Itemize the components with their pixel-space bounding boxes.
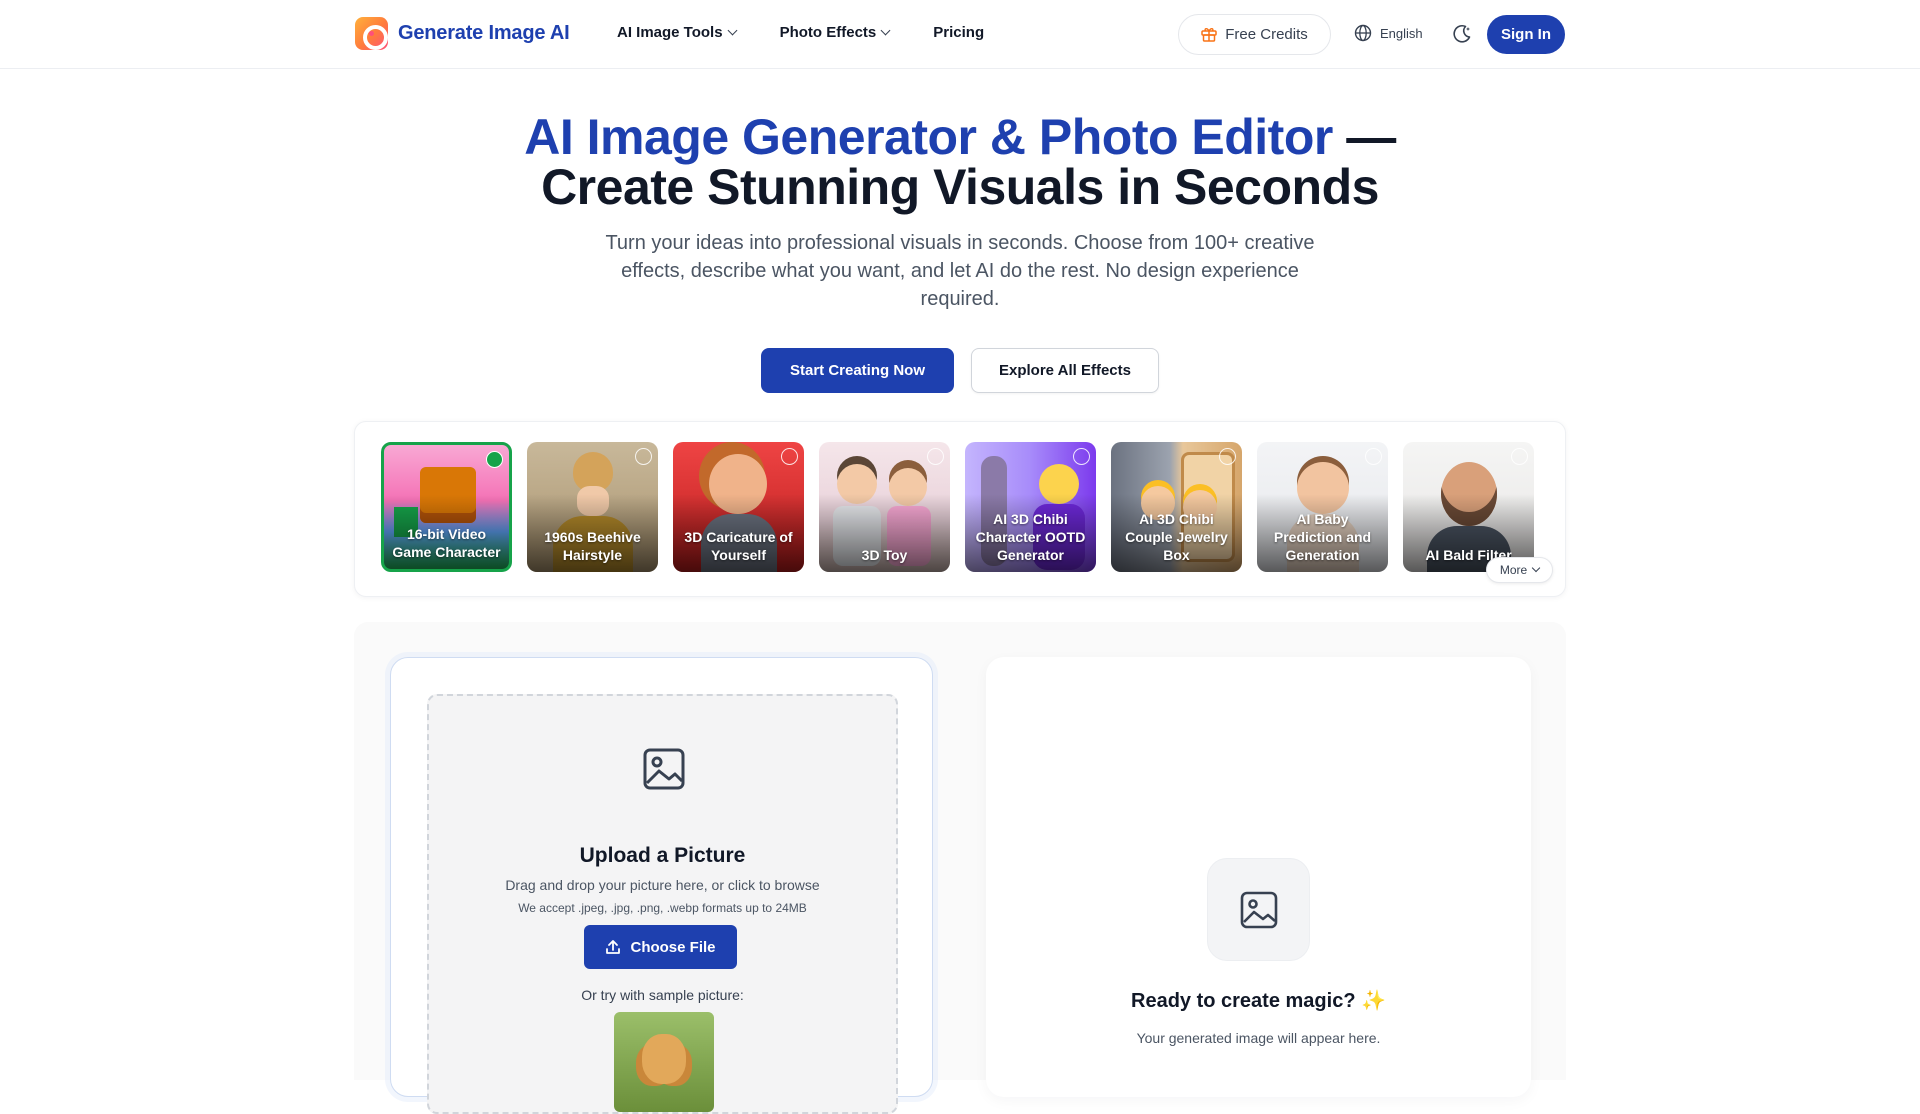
hero-title-line2: Create Stunning Visuals in Seconds xyxy=(541,159,1379,215)
choose-file-button[interactable]: Choose File xyxy=(584,925,737,969)
sample-picture-label: Or try with sample picture: xyxy=(581,987,744,1003)
effect-card-caricature[interactable]: 3D Caricature of Yourself xyxy=(673,442,804,572)
gift-icon xyxy=(1201,28,1217,42)
sign-in-button[interactable]: Sign In xyxy=(1487,15,1565,54)
unselected-radio xyxy=(927,448,944,465)
effect-label: AI 3D Chibi Character OOTD Generator xyxy=(975,511,1086,563)
upload-panel: Upload a Picture Drag and drop your pict… xyxy=(390,657,933,1114)
upload-title: Upload a Picture xyxy=(579,844,746,867)
nav-ai-image-tools[interactable]: AI Image Tools xyxy=(617,24,738,41)
start-creating-button[interactable]: Start Creating Now xyxy=(761,348,954,393)
effect-card-bald-filter[interactable]: AI Bald Filter xyxy=(1403,442,1534,572)
hero-title: AI Image Generator & Photo Editor — Crea… xyxy=(0,112,1920,212)
more-effects-button[interactable]: More xyxy=(1486,557,1553,583)
effect-label: AI Baby Prediction and Generation xyxy=(1273,511,1372,563)
image-upload-icon xyxy=(643,748,685,790)
effects-carousel: 16-bit Video Game Character 1960s Beehiv… xyxy=(354,421,1566,597)
nav-label: Photo Effects xyxy=(779,24,877,41)
effect-card-3d-toy[interactable]: 3D Toy xyxy=(819,442,950,572)
upload-formats-text: We accept .jpeg, .jpg, .png, .webp forma… xyxy=(518,901,807,915)
choose-file-label: Choose File xyxy=(630,938,716,956)
result-title: Ready to create magic? ✨ xyxy=(1131,990,1386,1012)
hero-title-dash: — xyxy=(1332,109,1396,165)
upload-dropzone[interactable]: Upload a Picture Drag and drop your pict… xyxy=(427,694,898,1114)
unselected-radio xyxy=(635,448,652,465)
effect-label: 16-bit Video Game Character xyxy=(392,526,501,560)
hero-subtitle: Turn your ideas into professional visual… xyxy=(605,232,1315,310)
effect-card-baby-prediction[interactable]: AI Baby Prediction and Generation xyxy=(1257,442,1388,572)
language-switcher[interactable]: English xyxy=(1354,24,1423,42)
effect-label: 3D Toy xyxy=(861,547,908,563)
effect-card-chibi-ootd[interactable]: AI 3D Chibi Character OOTD Generator xyxy=(965,442,1096,572)
nav-photo-effects[interactable]: Photo Effects xyxy=(779,24,891,41)
nav-pricing[interactable]: Pricing xyxy=(933,24,984,41)
top-header: Generate Image AI AI Image Tools Photo E… xyxy=(0,0,1920,69)
language-label: English xyxy=(1380,25,1423,41)
unselected-radio xyxy=(781,448,798,465)
nav-label: AI Image Tools xyxy=(617,24,723,41)
selected-radio xyxy=(486,451,503,468)
sample-picture-thumbnail[interactable] xyxy=(614,1012,714,1112)
nav-label: Pricing xyxy=(933,24,985,41)
effect-card-16bit[interactable]: 16-bit Video Game Character xyxy=(381,442,512,572)
chevron-down-icon xyxy=(727,25,738,36)
hero-title-accent: AI Image Generator & Photo Editor xyxy=(524,109,1333,165)
result-subtitle: Your generated image will appear here. xyxy=(1136,1030,1381,1046)
image-placeholder-icon xyxy=(1240,891,1277,928)
upload-help-text: Drag and drop your picture here, or clic… xyxy=(505,877,820,893)
chevron-down-icon xyxy=(880,25,891,36)
effect-label: 1960s Beehive Hairstyle xyxy=(544,529,641,563)
result-panel: Ready to create magic? ✨ Your generated … xyxy=(986,657,1531,1097)
moon-icon[interactable] xyxy=(1450,22,1474,46)
more-label: More xyxy=(1499,563,1528,577)
brand-logo[interactable]: Generate Image AI xyxy=(355,17,570,50)
upload-icon xyxy=(606,940,621,954)
main-nav: AI Image Tools Photo Effects Pricing xyxy=(617,24,1028,41)
effect-card-beehive[interactable]: 1960s Beehive Hairstyle xyxy=(527,442,658,572)
result-placeholder xyxy=(1207,858,1310,961)
globe-icon xyxy=(1354,24,1372,42)
unselected-radio xyxy=(1511,448,1528,465)
free-credits-label: Free Credits xyxy=(1225,26,1308,43)
unselected-radio xyxy=(1073,448,1090,465)
logo-icon xyxy=(355,17,388,50)
chevron-down-icon xyxy=(1531,563,1541,573)
effect-card-chibi-jewelry[interactable]: AI 3D Chibi Couple Jewelry Box xyxy=(1111,442,1242,572)
effect-label: 3D Caricature of Yourself xyxy=(684,529,793,563)
unselected-radio xyxy=(1365,448,1382,465)
effect-label: AI 3D Chibi Couple Jewelry Box xyxy=(1125,511,1228,563)
sample-dog-image xyxy=(642,1034,686,1084)
unselected-radio xyxy=(1219,448,1236,465)
brand-name: Generate Image AI xyxy=(398,22,570,44)
free-credits-button[interactable]: Free Credits xyxy=(1178,14,1331,55)
explore-effects-button[interactable]: Explore All Effects xyxy=(971,348,1159,393)
